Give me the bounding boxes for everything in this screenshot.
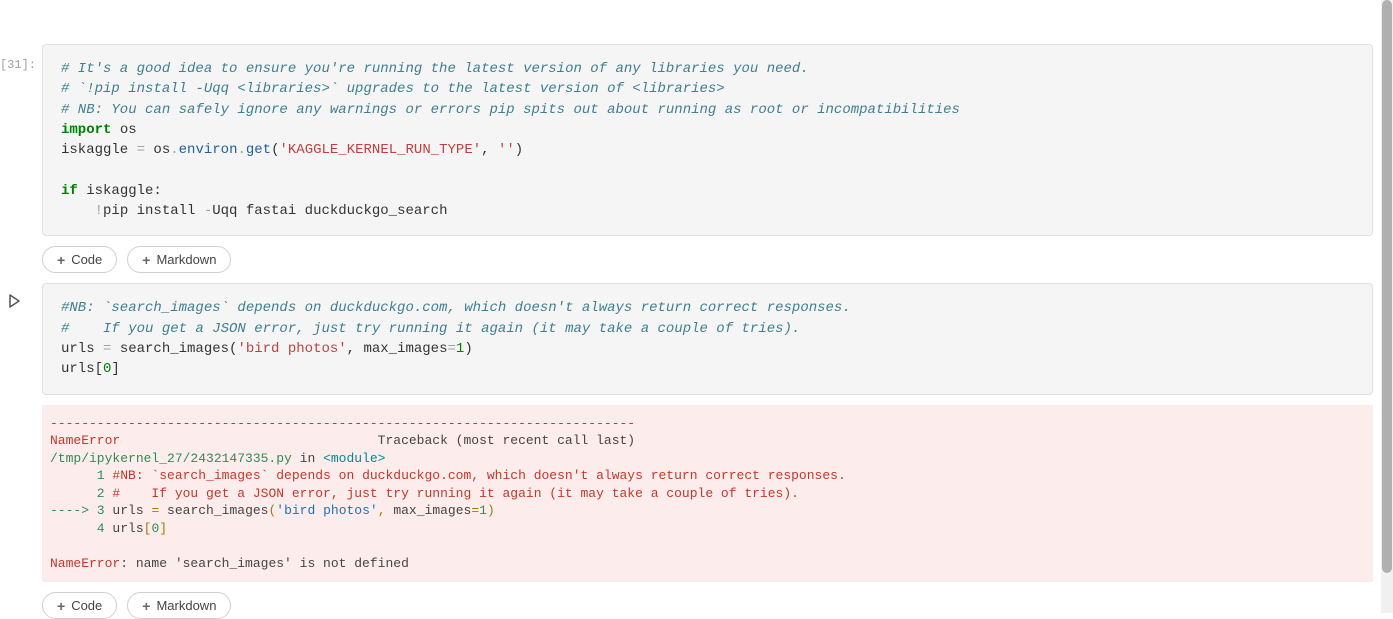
error-in: in (292, 451, 323, 466)
error-line-prompt: 2 (50, 486, 112, 501)
code-comment: # If you get a JSON error, just try runn… (61, 321, 800, 337)
error-name: NameError (50, 433, 120, 448)
code-text: Uqq fastai duckduckgo_search (212, 203, 447, 219)
error-divider: ----------------------------------------… (50, 416, 635, 431)
error-output: ----------------------------------------… (42, 405, 1373, 583)
code-text: ] (111, 361, 119, 377)
error-line-code: 'bird photos' (276, 503, 377, 518)
add-markdown-button[interactable]: + Markdown (127, 592, 231, 619)
code-text: ( (271, 142, 279, 158)
code-comment: # NB: You can safely ignore any warnings… (61, 102, 960, 118)
button-label: Markdown (156, 598, 216, 613)
code-text: ) (515, 142, 523, 158)
plus-icon: + (57, 253, 65, 267)
code-text: iskaggle: (78, 183, 162, 199)
add-cell-buttons: + Code + Markdown (42, 246, 1373, 273)
notebook-container: [31]: # It's a good idea to ensure you'r… (0, 0, 1393, 619)
code-text: ) (464, 341, 472, 357)
code-string: 'KAGGLE_KERNEL_RUN_TYPE' (280, 142, 482, 158)
error-name-final: NameError (50, 556, 120, 571)
add-code-button[interactable]: + Code (42, 246, 117, 273)
error-message: : name 'search_images' is not defined (120, 556, 409, 571)
error-line-code: = (471, 503, 479, 518)
error-line-prompt: 1 (50, 468, 112, 483)
code-input-area[interactable]: # It's a good idea to ensure you're runn… (42, 44, 1373, 236)
error-line-code: urls (112, 521, 143, 536)
error-line-prompt: 4 (50, 521, 112, 536)
code-op: - (204, 203, 212, 219)
code-text: urls (61, 341, 103, 357)
plus-icon: + (142, 599, 150, 613)
code-keyword: import (61, 122, 111, 138)
add-markdown-button[interactable]: + Markdown (127, 246, 231, 273)
button-label: Code (71, 252, 102, 267)
code-text (61, 203, 95, 219)
error-line-prompt: ----> 3 (50, 503, 112, 518)
code-text: urls[ (61, 361, 103, 377)
error-line-code: ] (159, 521, 167, 536)
vertical-scrollbar[interactable] (1381, 0, 1393, 613)
code-text: search_images( (111, 341, 237, 357)
error-line-code: max_images (386, 503, 472, 518)
code-attr: environ (179, 142, 238, 158)
code-func: get (246, 142, 271, 158)
code-op: ! (95, 203, 103, 219)
plus-icon: + (142, 253, 150, 267)
error-traceback-label: Traceback (most recent call last) (120, 433, 635, 448)
code-text: os (145, 142, 170, 158)
error-line-code: ) (487, 503, 495, 518)
code-cell-1: [31]: # It's a good idea to ensure you'r… (0, 44, 1373, 236)
code-text: os (111, 122, 136, 138)
add-cell-buttons: + Code + Markdown (42, 592, 1373, 619)
code-op: . (170, 142, 178, 158)
code-comment: # `!pip install -Uqq <libraries>` upgrad… (61, 81, 725, 97)
code-op: = (448, 341, 456, 357)
code-string: 'bird photos' (237, 341, 346, 357)
code-input-area[interactable]: #NB: `search_images` depends on duckduck… (42, 283, 1373, 394)
error-line-code: # If you get a JSON error, just try runn… (112, 486, 799, 501)
code-string: '' (498, 142, 515, 158)
code-comment: #NB: `search_images` depends on duckduck… (61, 300, 851, 316)
error-line-code: urls (112, 503, 151, 518)
error-file: /tmp/ipykernel_27/2432147335.py (50, 451, 292, 466)
add-code-button[interactable]: + Code (42, 592, 117, 619)
code-text: , (481, 142, 498, 158)
error-line-code: #NB: `search_images` depends on duckduck… (112, 468, 845, 483)
error-line-code: , (378, 503, 386, 518)
code-keyword: if (61, 183, 78, 199)
plus-icon: + (57, 599, 65, 613)
code-op: . (237, 142, 245, 158)
scrollbar-thumb[interactable] (1382, 0, 1392, 573)
play-icon (6, 293, 22, 309)
button-label: Markdown (156, 252, 216, 267)
button-label: Code (71, 598, 102, 613)
code-op: = (137, 142, 145, 158)
error-module: <module> (323, 451, 385, 466)
code-text: iskaggle (61, 142, 137, 158)
code-text: , max_images (347, 341, 448, 357)
execution-prompt: [31]: (0, 58, 36, 72)
error-line-code: 1 (479, 503, 487, 518)
code-text: pip install (103, 203, 204, 219)
code-comment: # It's a good idea to ensure you're runn… (61, 61, 809, 77)
run-cell-button[interactable] (6, 293, 26, 313)
error-line-code: search_images (159, 503, 268, 518)
code-cell-2: #NB: `search_images` depends on duckduck… (0, 283, 1373, 582)
